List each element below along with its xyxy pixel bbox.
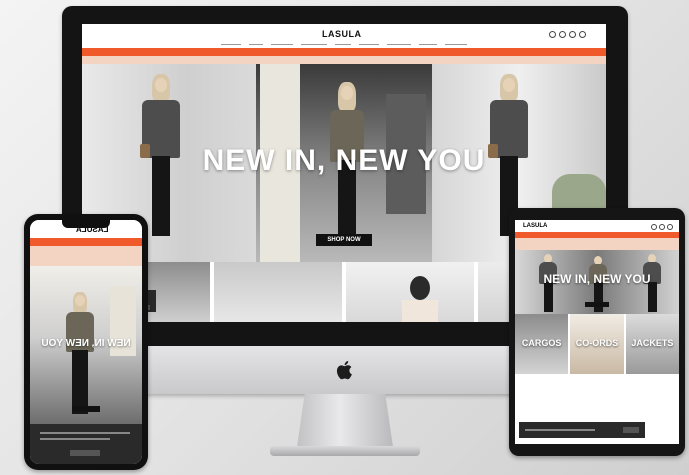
phone-notch xyxy=(62,220,110,228)
tablet-category-tiles: CARGOS CO-ORDS JACKETS xyxy=(515,314,679,374)
tile-label: CO-ORDS xyxy=(575,338,619,348)
account-icon[interactable] xyxy=(559,31,566,38)
phone-screen: LASULA NEW IN, NEW YOU xyxy=(30,220,142,464)
tablet-shop-now-button[interactable] xyxy=(585,302,609,307)
category-tile[interactable] xyxy=(346,262,474,322)
tablet-tile-co-ords[interactable]: CO-ORDS xyxy=(570,314,624,374)
category-tile[interactable] xyxy=(214,262,342,322)
hero-title: NEW IN, NEW YOU xyxy=(202,144,486,177)
nav-item[interactable] xyxy=(301,44,327,45)
nav-item[interactable] xyxy=(387,44,411,45)
wishlist-icon[interactable] xyxy=(569,31,576,38)
account-icon[interactable] xyxy=(659,224,665,230)
nav-item[interactable] xyxy=(335,44,351,45)
tablet-info-bar xyxy=(515,238,679,250)
tablet-tile-jackets[interactable]: JACKETS xyxy=(625,314,679,374)
nav-item[interactable] xyxy=(359,44,379,45)
tablet-content-blank xyxy=(515,374,679,422)
tablet-header-icons xyxy=(651,224,673,230)
shop-now-button[interactable]: SHOP NOW xyxy=(316,234,372,246)
search-icon[interactable] xyxy=(651,224,657,230)
phone-cookie-accept-button[interactable] xyxy=(70,450,100,456)
info-bar xyxy=(82,56,606,64)
site-logo[interactable]: LASULA xyxy=(322,29,362,39)
phone-info-bar xyxy=(30,246,142,266)
promo-bar xyxy=(82,48,606,56)
imac-stand xyxy=(296,394,394,452)
nav-item[interactable] xyxy=(249,44,263,45)
imac-foot xyxy=(270,446,420,456)
tablet-logo[interactable]: LASULA xyxy=(523,223,547,229)
phone-cookie-banner xyxy=(30,424,142,464)
phone-hero-title: NEW IN, NEW YOU xyxy=(41,338,131,349)
main-nav[interactable] xyxy=(82,40,606,48)
nav-item[interactable] xyxy=(271,44,293,45)
tablet-tile-cargos[interactable]: CARGOS xyxy=(515,314,569,374)
nav-item[interactable] xyxy=(445,44,467,45)
phone-shop-now-button[interactable] xyxy=(72,406,100,412)
tablet-hero[interactable]: NEW IN, NEW YOU xyxy=(515,250,679,314)
phone-hero[interactable]: NEW IN, NEW YOU xyxy=(30,266,142,424)
tablet-hero-title: NEW IN, NEW YOU xyxy=(543,272,651,286)
bag-icon[interactable] xyxy=(667,224,673,230)
apple-logo-icon xyxy=(336,361,352,380)
tablet-screen: LASULA NEW IN, NEW YOU CARGOS CO-ORDS JA… xyxy=(515,220,679,444)
tile-label: JACKETS xyxy=(631,338,674,348)
tablet-header: LASULA xyxy=(515,220,679,232)
bag-icon[interactable] xyxy=(579,31,586,38)
tablet-cookie-accept-button[interactable] xyxy=(623,427,639,433)
nav-item[interactable] xyxy=(419,44,437,45)
search-icon[interactable] xyxy=(549,31,556,38)
phone-promo-bar xyxy=(30,238,142,246)
nav-item[interactable] xyxy=(221,44,241,45)
tile-label: CARGOS xyxy=(521,338,562,348)
tablet-cookie-banner xyxy=(519,422,645,438)
header-icons xyxy=(549,31,586,38)
